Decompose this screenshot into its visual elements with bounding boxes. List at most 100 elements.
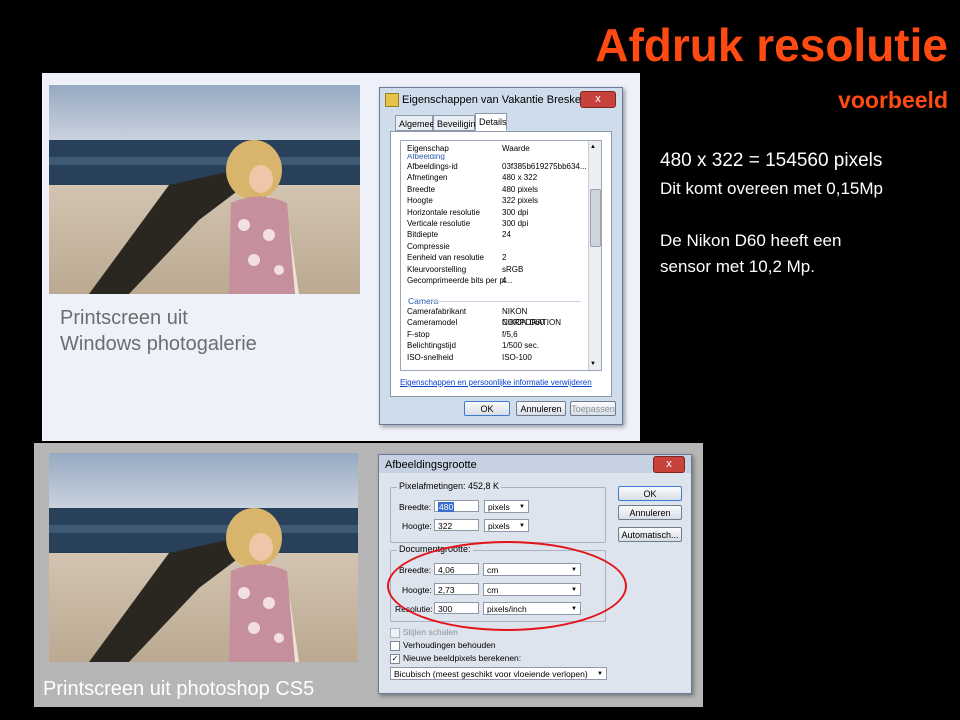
property-name: ISO-snelheid bbox=[407, 352, 454, 362]
file-icon bbox=[385, 93, 399, 107]
auto-button[interactable]: Automatisch... bbox=[618, 527, 682, 542]
property-name: F-stop bbox=[407, 329, 430, 339]
pixel-width-label: Breedte: bbox=[399, 502, 432, 512]
property-name: Horizontale resolutie bbox=[407, 207, 480, 217]
property-name: Afbeeldings-id bbox=[407, 162, 458, 171]
property-row[interactable]: Verticale resolutie 300 dpi bbox=[401, 218, 587, 229]
slide-title: Afdruk resolutie bbox=[595, 19, 948, 71]
property-row[interactable]: Breedte 480 pixels bbox=[401, 184, 587, 195]
info-camera-line2: sensor met 10,2 Mp. bbox=[660, 257, 815, 276]
pixel-width-unit-select[interactable]: pixels ▼ bbox=[484, 500, 529, 513]
property-value: ISO-100 bbox=[502, 352, 532, 362]
pixel-width-field[interactable]: 480 bbox=[434, 500, 479, 512]
image-size-titlebar[interactable]: Afbeeldingsgrootte x bbox=[379, 455, 691, 473]
pixel-height-label: Hoogte: bbox=[402, 521, 432, 531]
photoshop-caption: Printscreen uit photoshop CS5 bbox=[43, 678, 315, 700]
property-name: Gecomprimeerde bits per pi... bbox=[407, 276, 513, 285]
gallery-caption-line1: Printscreen uit bbox=[60, 307, 188, 329]
property-name: Eenheid van resolutie bbox=[407, 253, 484, 263]
pixel-dimensions-label: Pixelafmetingen: 452,8 K bbox=[397, 481, 502, 491]
chevron-down-icon: ▼ bbox=[597, 671, 603, 677]
scale-styles-label: Stijlen schalen bbox=[403, 627, 458, 637]
tab-details[interactable]: Details bbox=[475, 113, 507, 131]
info-camera-line1: De Nikon D60 heeft een bbox=[660, 231, 842, 250]
property-name: Verticale resolutie bbox=[407, 219, 471, 228]
property-row[interactable]: Belichtingstijd 1/500 sec. bbox=[401, 340, 587, 351]
cancel-button-photoshop[interactable]: Annuleren bbox=[618, 505, 682, 520]
pixel-height-field[interactable]: 322 bbox=[434, 519, 479, 531]
resample-checkbox[interactable]: ✓ bbox=[390, 654, 400, 664]
apply-button[interactable]: Toepassen bbox=[570, 401, 616, 416]
property-value: 1/500 sec. bbox=[502, 341, 539, 351]
image-size-title: Afbeeldingsgrootte bbox=[385, 459, 477, 471]
property-name: Belichtingstijd bbox=[407, 341, 456, 351]
ok-button-photoshop[interactable]: OK bbox=[618, 486, 682, 501]
property-row[interactable]: Afmetingen 480 x 322 bbox=[401, 172, 587, 183]
cancel-button[interactable]: Annuleren bbox=[516, 401, 566, 416]
property-row[interactable]: Eenheid van resolutie 2 bbox=[401, 252, 587, 263]
property-row[interactable]: Hoogte 322 pixels bbox=[401, 195, 587, 206]
pixel-dimensions-group: Pixelafmetingen: 452,8 K bbox=[390, 481, 606, 543]
property-row[interactable]: Cameramodel NIKON D60 bbox=[401, 317, 587, 328]
property-row[interactable]: Camerafabrikant NIKON CORPORATION bbox=[401, 306, 587, 327]
property-value: NIKON D60 bbox=[502, 318, 545, 328]
close-button[interactable]: x bbox=[580, 91, 616, 108]
property-row[interactable]: Gecomprimeerde bits per pi... 4 bbox=[401, 275, 587, 286]
remove-properties-link[interactable]: Eigenschappen en persoonlijke informatie… bbox=[400, 378, 592, 387]
beach-photo-photoshop bbox=[49, 453, 358, 662]
constrain-proportions-checkbox[interactable] bbox=[390, 641, 400, 651]
property-value: f/5,6 bbox=[502, 329, 518, 339]
info-pixels: 480 x 322 = 154560 pixels bbox=[660, 150, 883, 171]
property-name: Kleurvoorstelling bbox=[407, 264, 467, 274]
scroll-up-icon[interactable]: ▲ bbox=[590, 144, 596, 150]
properties-dialog: Eigenschappen van Vakantie Breskens (50)… bbox=[379, 87, 623, 425]
property-row[interactable]: ISO-snelheid ISO-100 bbox=[401, 352, 587, 363]
property-name: Afmetingen bbox=[407, 173, 448, 183]
chevron-down-icon: ▼ bbox=[519, 504, 525, 510]
scale-styles-checkbox[interactable] bbox=[390, 628, 400, 638]
property-value: 300 dpi bbox=[502, 207, 529, 217]
properties-scrollbar[interactable]: ▲ ▼ bbox=[588, 141, 601, 370]
property-row[interactable]: Bitdiepte 24 bbox=[401, 229, 587, 240]
column-header-value[interactable]: Waarde bbox=[502, 143, 530, 154]
constrain-proportions-label: Verhoudingen behouden bbox=[403, 640, 496, 650]
ok-button[interactable]: OK bbox=[464, 401, 510, 416]
beach-photo bbox=[49, 85, 360, 294]
info-megapixels: Dit komt overeen met 0,15Mp bbox=[660, 179, 883, 198]
property-row[interactable]: F-stop f/5,6 bbox=[401, 329, 587, 340]
resample-method-select[interactable]: Bicubisch (meest geschikt voor vloeiende… bbox=[390, 667, 607, 680]
property-value: 2 bbox=[502, 253, 507, 263]
highlight-circle bbox=[387, 541, 627, 631]
property-value: 480 pixels bbox=[502, 184, 539, 194]
resample-label: Nieuwe beeldpixels berekenen: bbox=[403, 653, 522, 663]
pixel-height-unit-select[interactable]: pixels ▼ bbox=[484, 519, 529, 532]
gallery-caption-line2: Windows photogalerie bbox=[60, 333, 257, 355]
property-name: Compressie bbox=[407, 241, 450, 251]
property-name: Camerafabrikant bbox=[407, 307, 467, 316]
tab-general[interactable]: Algemeen bbox=[395, 115, 440, 131]
property-value: 03f385b619275bb634... bbox=[502, 162, 587, 171]
property-name: Cameramodel bbox=[407, 318, 458, 328]
properties-dialog-titlebar[interactable]: Eigenschappen van Vakantie Breskens (50)… bbox=[380, 88, 622, 112]
property-name: Bitdiepte bbox=[407, 230, 439, 240]
properties-list[interactable]: Eigenschap Waarde Afbeelding Afbeeldings… bbox=[400, 140, 602, 371]
chevron-down-icon: ▼ bbox=[519, 523, 525, 529]
property-row[interactable]: Afbeeldings-id 03f385b619275bb634... bbox=[401, 161, 587, 172]
slide-subtitle: voorbeeld bbox=[838, 87, 948, 113]
property-row[interactable]: Kleurvoorstelling sRGB bbox=[401, 264, 587, 275]
column-header-property[interactable]: Eigenschap bbox=[407, 143, 449, 154]
close-button-photoshop[interactable]: x bbox=[653, 456, 685, 473]
tab-security[interactable]: Beveiliging bbox=[433, 115, 481, 131]
property-value: 322 pixels bbox=[502, 196, 539, 206]
scroll-thumb[interactable] bbox=[590, 189, 601, 247]
property-value: 300 dpi bbox=[502, 219, 529, 228]
property-row[interactable]: Horizontale resolutie 300 dpi bbox=[401, 207, 587, 218]
property-value: 24 bbox=[502, 230, 511, 240]
gallery-screenshot-panel: Printscreen uit Windows photogalerie Eig… bbox=[42, 73, 640, 441]
scroll-down-icon[interactable]: ▼ bbox=[590, 361, 596, 367]
property-value: 480 x 322 bbox=[502, 173, 538, 183]
property-name: Hoogte bbox=[407, 196, 433, 206]
property-value: 4 bbox=[502, 276, 507, 285]
property-value: sRGB bbox=[502, 264, 524, 274]
property-row[interactable]: Compressie bbox=[401, 241, 587, 252]
